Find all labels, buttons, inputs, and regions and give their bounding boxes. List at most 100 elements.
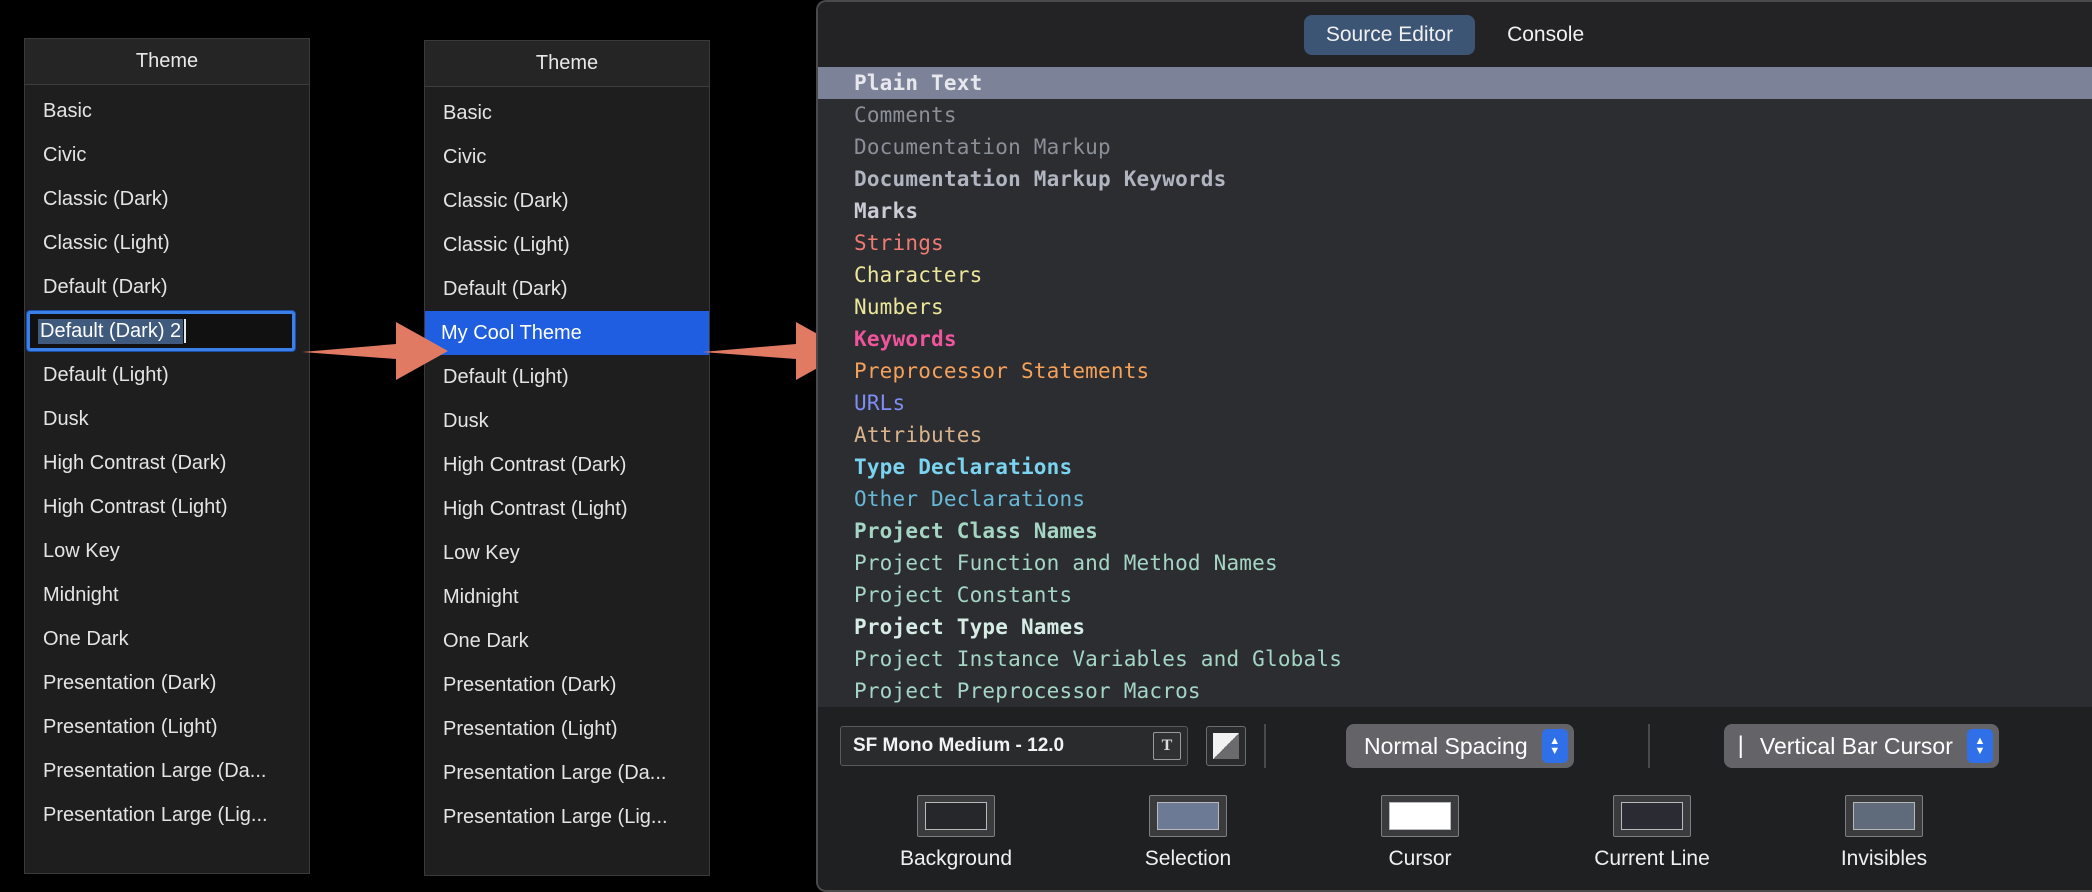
tab-source-editor[interactable]: Source Editor (1304, 15, 1475, 55)
chevron-updown-icon-2[interactable]: ▲ ▼ (1967, 729, 1993, 763)
theme-list-item[interactable]: High Contrast (Dark) (425, 443, 709, 487)
theme-list-item[interactable]: High Contrast (Light) (425, 487, 709, 531)
tab-console[interactable]: Console (1485, 15, 1606, 55)
theme-list-item[interactable]: Basic (25, 89, 309, 133)
syntax-list-item[interactable]: Other Declarations (818, 483, 2092, 515)
syntax-list-item-label: Project Function and Method Names (854, 551, 1278, 575)
theme-list-item[interactable]: Classic (Dark) (25, 177, 309, 221)
chevron-up-icon: ▲ (1549, 737, 1560, 745)
theme-list-item[interactable]: My Cool Theme (425, 311, 709, 355)
color-well-swatch (925, 802, 987, 830)
syntax-list-item[interactable]: Project Instance Variables and Globals (818, 643, 2092, 675)
theme-list-item[interactable]: Low Key (425, 531, 709, 575)
theme-rename-value: Default (Dark) 2 (38, 319, 183, 344)
theme-list-item[interactable]: Default (Dark) (425, 267, 709, 311)
theme-list-item-label: Classic (Light) (43, 232, 170, 255)
text-caret (184, 319, 186, 343)
theme-list-item-label: Presentation Large (Da... (443, 762, 666, 785)
theme-list-item[interactable]: Presentation (Dark) (425, 663, 709, 707)
syntax-list-item[interactable]: Keywords (818, 323, 2092, 355)
syntax-list-item[interactable]: Characters (818, 259, 2092, 291)
theme-popover-after: Theme BasicCivicClassic (Dark)Classic (L… (424, 40, 710, 876)
theme-list-item[interactable]: Midnight (25, 573, 309, 617)
theme-list-item[interactable]: Classic (Dark) (425, 179, 709, 223)
color-well-item[interactable]: Current Line (1536, 785, 1768, 871)
syntax-list-item[interactable]: Attributes (818, 419, 2092, 451)
syntax-list-item[interactable]: Type Declarations (818, 451, 2092, 483)
theme-list-item[interactable]: Presentation Large (Lig... (25, 793, 309, 837)
chevron-updown-icon[interactable]: ▲ ▼ (1542, 729, 1568, 763)
theme-list-item-label: Presentation (Dark) (443, 674, 616, 697)
theme-list-item[interactable]: Dusk (425, 399, 709, 443)
color-well-item[interactable]: Background (840, 785, 1072, 871)
syntax-list-item[interactable]: Project Preprocessor Macros (818, 675, 2092, 707)
color-well-button[interactable] (1381, 795, 1459, 837)
spacing-dropdown[interactable]: Normal Spacing ▲ ▼ (1346, 724, 1574, 768)
theme-list-item[interactable]: Presentation Large (Lig... (425, 795, 709, 839)
theme-list-item-label: My Cool Theme (441, 322, 582, 345)
syntax-list-item[interactable]: Numbers (818, 291, 2092, 323)
theme-list-item[interactable]: Midnight (425, 575, 709, 619)
chevron-down-icon: ▼ (1549, 747, 1560, 755)
theme-list-item-label: Basic (43, 100, 92, 123)
theme-list-item[interactable]: Basic (425, 91, 709, 135)
theme-row-editing[interactable]: Default (Dark) 2 (25, 309, 309, 353)
syntax-list-item[interactable]: Marks (818, 195, 2092, 227)
theme-list-item[interactable]: Default (Dark) (25, 265, 309, 309)
syntax-list-item[interactable]: Plain Text (818, 67, 2092, 99)
font-field[interactable]: SF Mono Medium - 12.0 T (840, 726, 1188, 766)
theme-list-item[interactable]: Classic (Light) (25, 221, 309, 265)
color-well-item[interactable]: Selection (1072, 785, 1304, 871)
syntax-list-item[interactable]: Documentation Markup Keywords (818, 163, 2092, 195)
theme-list-item[interactable]: High Contrast (Dark) (25, 441, 309, 485)
theme-list-item[interactable]: Presentation (Light) (425, 707, 709, 751)
syntax-list-item-label: Project Type Names (854, 615, 1085, 639)
syntax-list-item-label: Marks (854, 199, 918, 223)
syntax-list-item[interactable]: Comments (818, 99, 2092, 131)
syntax-list-item[interactable]: Strings (818, 227, 2092, 259)
theme-list-item[interactable]: Presentation Large (Da... (25, 749, 309, 793)
syntax-list-item-label: Project Class Names (854, 519, 1098, 543)
theme-list-before[interactable]: Basic CivicClassic (Dark) Classic (Light) D… (25, 85, 309, 837)
toolbar-divider-1 (1264, 724, 1266, 768)
syntax-list-item[interactable]: URLs (818, 387, 2092, 419)
theme-list-item[interactable]: Low Key (25, 529, 309, 573)
color-well-item[interactable]: Invisibles (1768, 785, 2000, 871)
theme-rename-field[interactable]: Default (Dark) 2 (27, 311, 295, 351)
color-well-item[interactable]: Cursor (1304, 785, 1536, 871)
theme-list-item-label: High Contrast (Light) (443, 498, 628, 521)
theme-list-item[interactable]: Default (Light) (425, 355, 709, 399)
color-well-button[interactable] (1613, 795, 1691, 837)
theme-list-item[interactable]: High Contrast (Light) (25, 485, 309, 529)
color-well-button[interactable] (1149, 795, 1227, 837)
syntax-list-item-label: Type Declarations (854, 455, 1072, 479)
half-filled-square-icon[interactable] (1206, 726, 1246, 766)
color-well-button[interactable] (1845, 795, 1923, 837)
theme-list-item[interactable]: Classic (Light) (425, 223, 709, 267)
theme-list-item[interactable]: Presentation Large (Da... (425, 751, 709, 795)
text-format-icon[interactable]: T (1153, 732, 1181, 760)
theme-list-item[interactable]: Dusk (25, 397, 309, 441)
cursor-style-dropdown[interactable]: | Vertical Bar Cursor ▲ ▼ (1724, 724, 1999, 768)
syntax-list-item[interactable]: Project Function and Method Names (818, 547, 2092, 579)
theme-list-item[interactable]: Civic (425, 135, 709, 179)
theme-list-item[interactable]: Civic (25, 133, 309, 177)
syntax-list-item-label: Documentation Markup (854, 135, 1111, 159)
syntax-list-item[interactable]: Documentation Markup (818, 131, 2092, 163)
syntax-list-item-label: Other Declarations (854, 487, 1085, 511)
theme-list-item[interactable]: Presentation (Light) (25, 705, 309, 749)
syntax-list-item-label: Documentation Markup Keywords (854, 167, 1226, 191)
syntax-list-item[interactable]: Project Constants (818, 579, 2092, 611)
syntax-list-item[interactable]: Preprocessor Statements (818, 355, 2092, 387)
theme-list-item[interactable]: Presentation (Dark) (25, 661, 309, 705)
syntax-color-list[interactable]: Plain TextComments Documentation Markup Do… (818, 67, 2092, 707)
theme-list-item[interactable]: One Dark (25, 617, 309, 661)
theme-list-item-label: Presentation (Light) (443, 718, 618, 741)
syntax-list-item[interactable]: Project Class Names (818, 515, 2092, 547)
color-well-button[interactable] (917, 795, 995, 837)
theme-list-item[interactable]: One Dark (425, 619, 709, 663)
syntax-list-item-label: Attributes (854, 423, 982, 447)
theme-list-item[interactable]: Default (Light) (25, 353, 309, 397)
theme-list-after[interactable]: BasicCivicClassic (Dark)Classic (Light)D… (425, 87, 709, 839)
syntax-list-item[interactable]: Project Type Names (818, 611, 2092, 643)
